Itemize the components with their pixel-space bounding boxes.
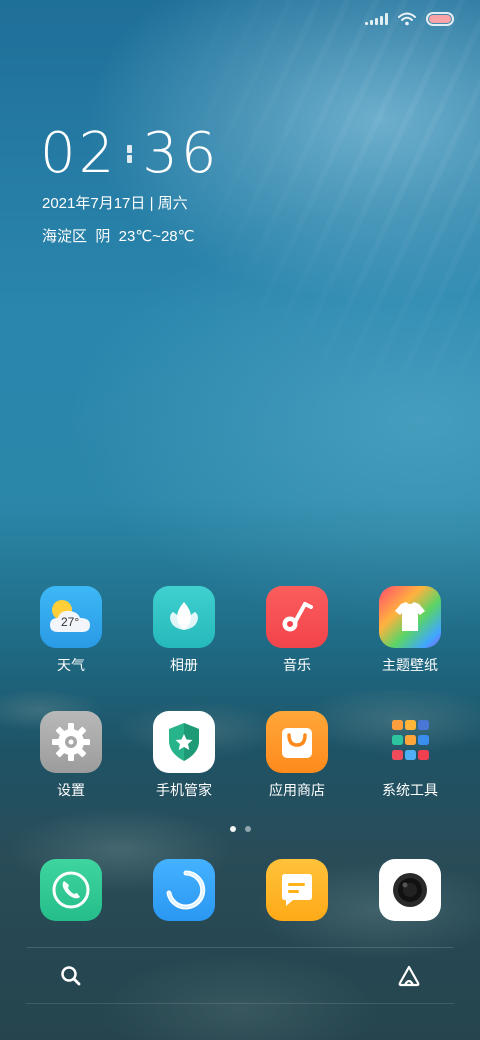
status-bar: [365, 10, 454, 28]
gallery-icon: [153, 586, 215, 648]
app-settings[interactable]: 设置: [23, 711, 119, 798]
weather-icon: 27°: [40, 586, 102, 648]
search-icon: [61, 966, 81, 986]
app-tools-folder[interactable]: 系统工具: [362, 711, 458, 798]
app-label: 音乐: [283, 657, 311, 673]
dock-messages[interactable]: [249, 859, 345, 921]
assistant-button[interactable]: [387, 954, 431, 998]
app-weather[interactable]: 27° 天气: [23, 586, 119, 673]
wifi-icon: [398, 12, 416, 26]
security-icon: [153, 711, 215, 773]
app-label: 天气: [57, 657, 85, 673]
page-indicator: [0, 826, 480, 832]
app-label: 设置: [57, 782, 85, 798]
app-label: 主题壁纸: [382, 657, 438, 673]
app-music[interactable]: 音乐: [249, 586, 345, 673]
assistant-icon: [398, 965, 420, 987]
date-text[interactable]: 2021年7月17日 | 周六: [42, 192, 188, 213]
messages-icon: [266, 859, 328, 921]
settings-icon: [40, 711, 102, 773]
music-icon: [266, 586, 328, 648]
camera-icon: [379, 859, 441, 921]
app-label: 相册: [170, 657, 198, 673]
app-label: 手机管家: [156, 782, 212, 798]
signal-icon: [365, 13, 388, 25]
clock-widget[interactable]: 02 36: [40, 124, 220, 184]
weather-temp-badge: 27°: [61, 615, 80, 629]
app-themes[interactable]: 主题壁纸: [362, 586, 458, 673]
browser-icon: [153, 859, 215, 921]
battery-icon: [426, 12, 454, 26]
search-button[interactable]: [49, 954, 93, 998]
app-store-icon: [266, 711, 328, 773]
clock-minute: 36: [142, 121, 220, 186]
app-label: 系统工具: [382, 782, 438, 798]
dock-phone[interactable]: [23, 859, 119, 921]
tools-folder-icon: [379, 711, 441, 773]
bottom-divider: [26, 1003, 454, 1004]
themes-icon: [379, 586, 441, 648]
page-dot-1[interactable]: [229, 826, 236, 832]
clock-separator: [127, 145, 133, 163]
dock-browser[interactable]: [136, 859, 232, 921]
app-security[interactable]: 手机管家: [136, 711, 232, 798]
app-gallery[interactable]: 相册: [136, 586, 232, 673]
dock-divider: [26, 947, 454, 948]
app-label: 应用商店: [269, 782, 325, 798]
page-dot-2[interactable]: [244, 826, 251, 832]
dock-camera[interactable]: [362, 859, 458, 921]
phone-icon: [40, 859, 102, 921]
app-store[interactable]: 应用商店: [249, 711, 345, 798]
weather-summary[interactable]: 海淀区 阴 23℃~28℃: [42, 225, 195, 246]
clock-hour: 02: [40, 121, 118, 186]
